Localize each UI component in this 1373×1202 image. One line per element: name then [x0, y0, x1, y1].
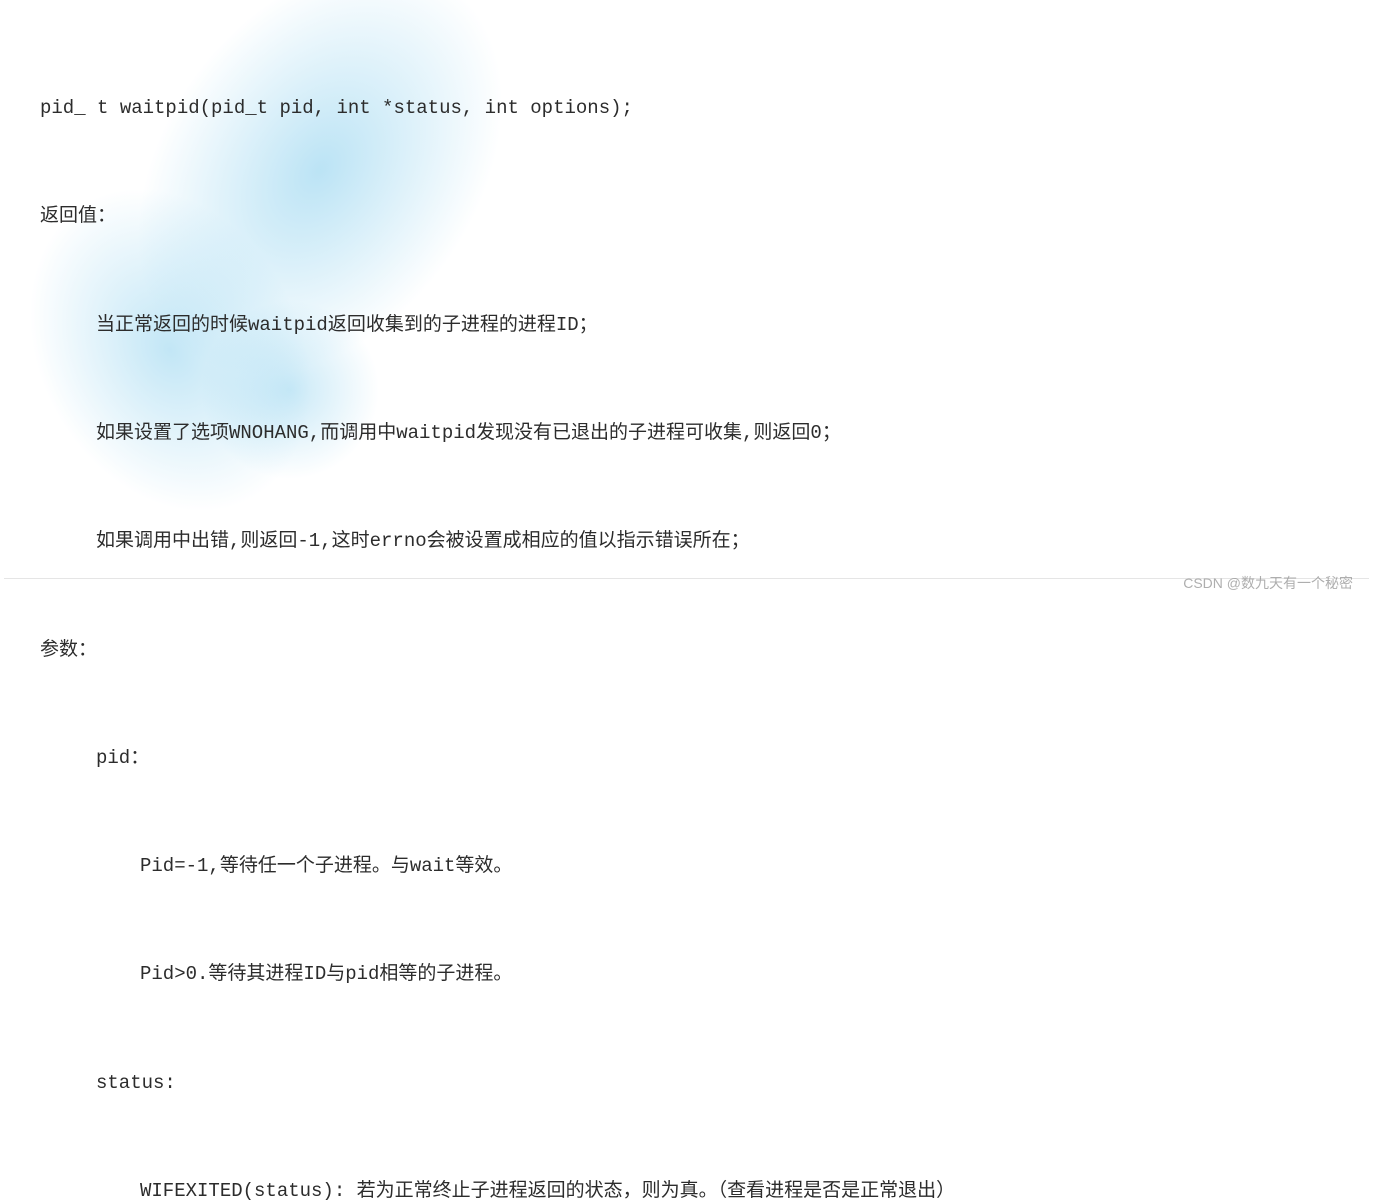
params-title: 参数： [40, 632, 1333, 668]
return-desc-1: 当正常返回的时候waitpid返回收集到的子进程的进程ID； [40, 307, 1333, 343]
param-pid-title: pid： [40, 740, 1333, 776]
function-signature: pid_ t waitpid(pid_t pid, int *status, i… [40, 90, 1333, 126]
code-documentation: pid_ t waitpid(pid_t pid, int *status, i… [40, 18, 1333, 1202]
source-credit: CSDN @数九天有一个秘密 [1183, 570, 1353, 597]
return-desc-3: 如果调用中出错,则返回-1,这时errno会被设置成相应的值以指示错误所在； [40, 523, 1333, 559]
param-status-title: status: [40, 1065, 1333, 1101]
return-value-title: 返回值： [40, 198, 1333, 234]
param-pid-desc-2: Pid>0.等待其进程ID与pid相等的子进程。 [40, 956, 1333, 992]
param-status-desc-1: WIFEXITED(status): 若为正常终止子进程返回的状态，则为真。（查… [40, 1173, 1333, 1202]
return-desc-2: 如果设置了选项WNOHANG,而调用中waitpid发现没有已退出的子进程可收集… [40, 415, 1333, 451]
param-pid-desc-1: Pid=-1,等待任一个子进程。与wait等效。 [40, 848, 1333, 884]
